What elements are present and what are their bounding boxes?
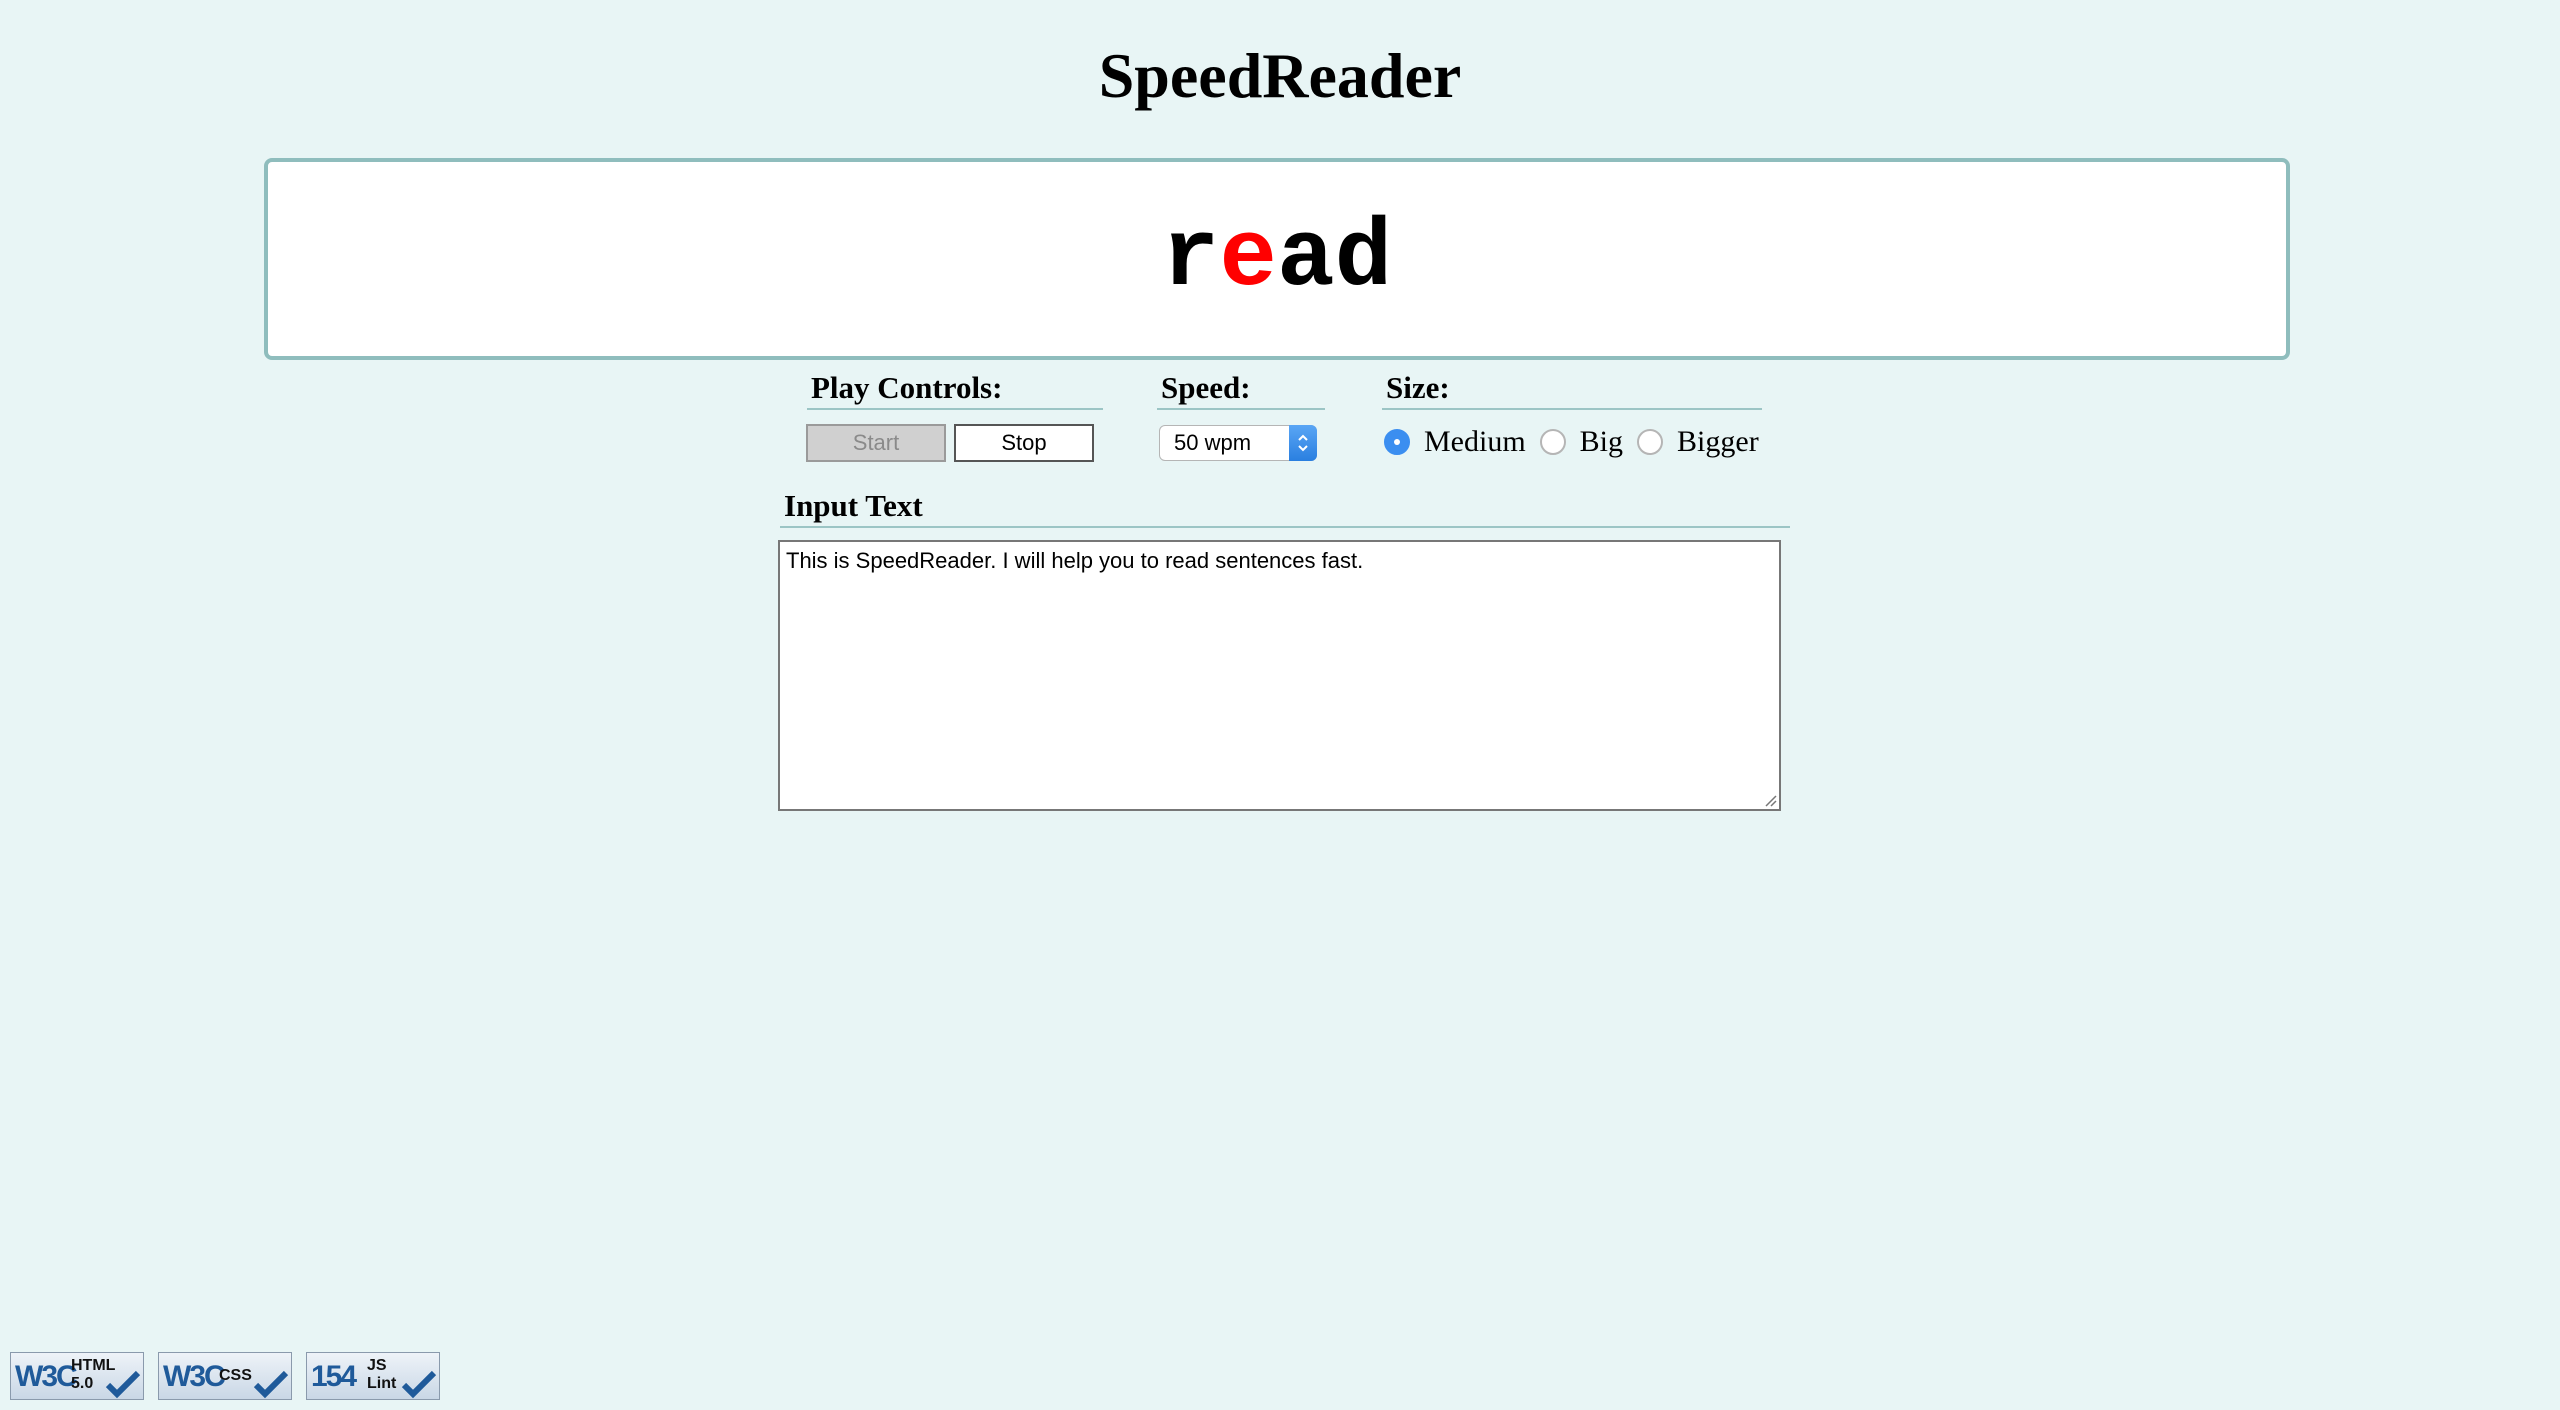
input-text-section: Input Text: [780, 488, 1790, 528]
word-suffix: ad: [1277, 204, 1393, 313]
start-button[interactable]: Start: [806, 424, 946, 462]
html-validation-badge[interactable]: W3C HTML 5.0: [10, 1352, 144, 1400]
word-display: read: [264, 158, 2290, 360]
word-prefix: r: [1161, 204, 1220, 313]
jslint-badge[interactable]: 154 JS Lint: [306, 1352, 440, 1400]
speed-select-value: 50 wpm: [1174, 430, 1252, 455]
speed-select[interactable]: 50 wpm: [1159, 425, 1317, 461]
size-label-big: Big: [1579, 425, 1624, 458]
check-icon: [401, 1370, 437, 1399]
check-icon: [253, 1370, 289, 1399]
input-text-title: Input Text: [780, 488, 1790, 528]
size-radio-big[interactable]: [1539, 429, 1566, 455]
word-focus-letter: e: [1219, 204, 1277, 313]
badge-main-text: W3C: [15, 1360, 78, 1393]
badge-main-text: W3C: [163, 1360, 226, 1393]
size-label-medium: Medium: [1424, 425, 1526, 458]
size-radio-group: Medium Big Bigger: [1384, 422, 1773, 462]
check-icon: [105, 1370, 141, 1399]
stop-button[interactable]: Stop: [954, 424, 1094, 462]
size-radio-medium[interactable]: [1384, 429, 1410, 455]
page-title: SpeedReader: [1098, 40, 1462, 111]
size-label-bigger: Bigger: [1677, 425, 1759, 458]
input-textarea[interactable]: This is SpeedReader. I will help you to …: [778, 540, 1781, 811]
speed-title: Speed:: [1157, 370, 1325, 410]
size-radio-bigger[interactable]: [1637, 429, 1664, 455]
current-word: read: [1162, 204, 1392, 314]
resize-grip-icon[interactable]: [1763, 793, 1777, 807]
chevron-updown-icon: [1289, 425, 1317, 461]
badge-main-text: 154: [311, 1360, 357, 1393]
play-controls-section: Play Controls:: [807, 370, 1103, 410]
input-text-value: This is SpeedReader. I will help you to …: [786, 548, 1364, 573]
size-section: Size:: [1382, 370, 1762, 410]
play-controls-title: Play Controls:: [807, 370, 1103, 410]
validation-badges: W3C HTML 5.0 W3C CSS 154 JS Lint: [10, 1352, 440, 1400]
speed-section: Speed:: [1157, 370, 1325, 410]
css-validation-badge[interactable]: W3C CSS: [158, 1352, 292, 1400]
size-title: Size:: [1382, 370, 1762, 410]
